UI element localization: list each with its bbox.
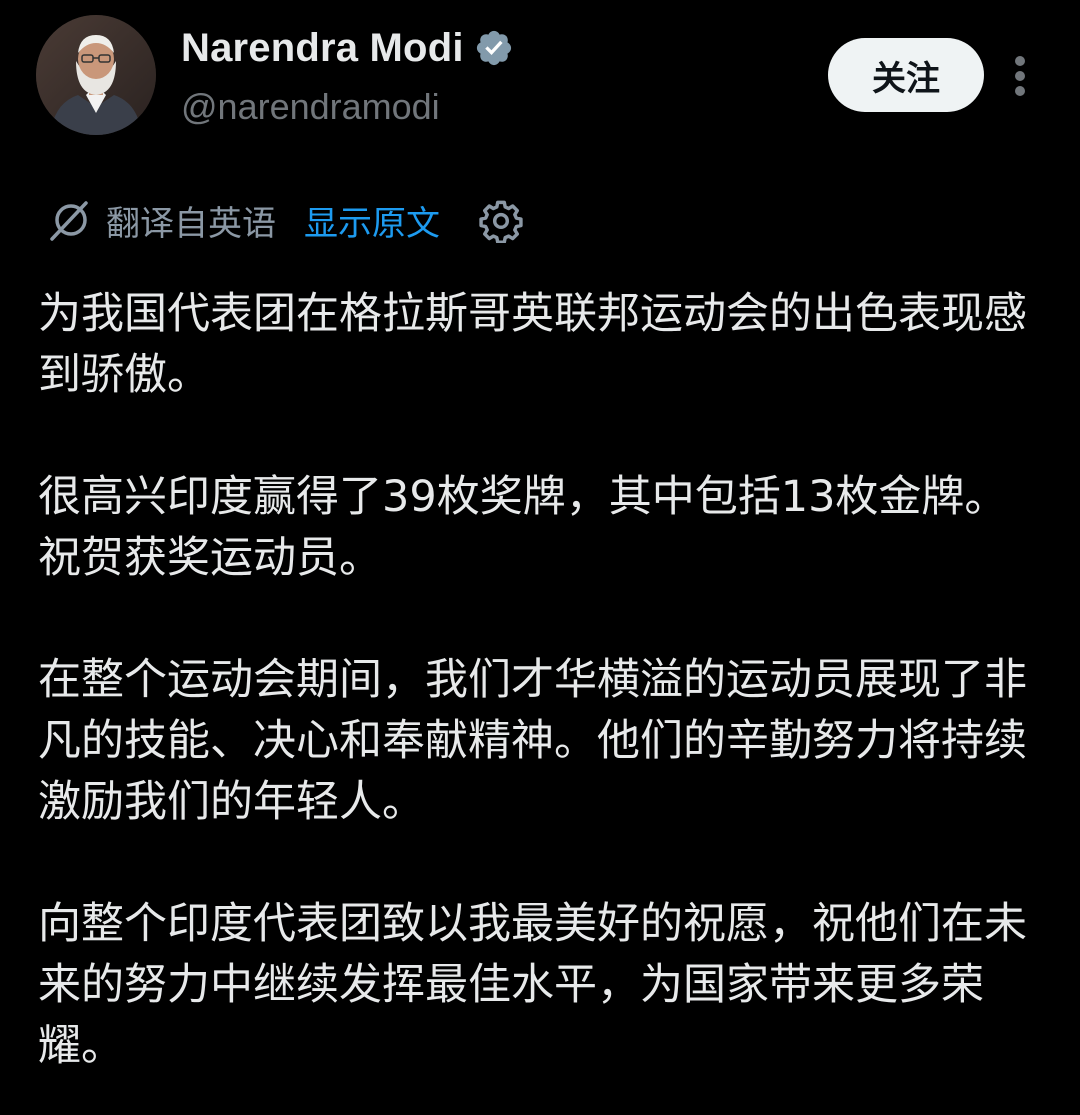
verified-badge-icon[interactable] <box>474 28 514 68</box>
more-vertical-icon[interactable] <box>1004 50 1036 102</box>
follow-button[interactable]: 关注 <box>828 38 984 112</box>
tweet-paragraph: 在整个运动会期间，我们才华横溢的运动员展现了非凡的技能、决心和奉献精神。他们的辛… <box>38 655 1027 827</box>
tweet-paragraph: 为我国代表团在格拉斯哥英联邦运动会的出色表现感到骄傲。 <box>38 289 1027 400</box>
translated-from-label: 翻译自英语 <box>106 203 276 244</box>
author-handle[interactable]: @narendramodi <box>181 86 440 128</box>
avatar[interactable] <box>36 15 156 135</box>
translation-bar: 翻译自英语 显示原文 <box>46 194 524 246</box>
author-name-row: Narendra Modi <box>181 24 514 72</box>
show-original-link[interactable]: 显示原文 <box>304 196 440 245</box>
profile-photo-icon <box>36 15 156 135</box>
tweet-paragraph: 向整个印度代表团致以我最美好的祝愿，祝他们在未来的努力中继续发挥最佳水平，为国家… <box>38 899 1027 1071</box>
gear-icon[interactable] <box>478 197 524 243</box>
tweet-paragraph: 很高兴印度赢得了39枚奖牌，其中包括13枚金牌。祝贺获奖运动员。 <box>38 472 1008 583</box>
author-display-name[interactable]: Narendra Modi <box>181 26 464 71</box>
tweet-text: 为我国代表团在格拉斯哥英联邦运动会的出色表现感到骄傲。 很高兴印度赢得了39枚奖… <box>38 284 1048 1077</box>
translate-icon <box>50 201 88 241</box>
tweet-header: Narendra Modi @narendramodi 关注 <box>0 0 1080 160</box>
